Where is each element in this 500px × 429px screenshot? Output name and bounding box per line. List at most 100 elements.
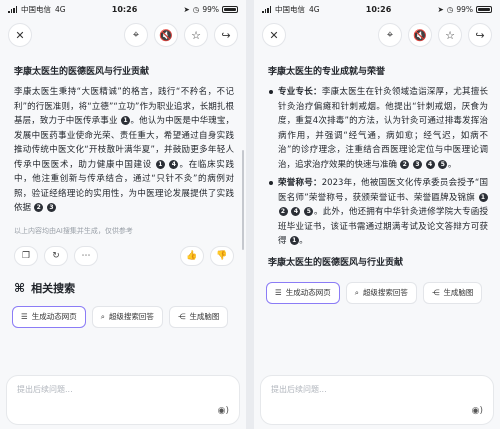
action-chips: ☰ 生成动态网页 ⌕ 超级搜索回答 ⋲ 生成脑图 [254,281,500,304]
item-text: 李康太医生在针灸领域造诣深厚，尤其擅长针灸治疗偏瘫和针刺戒烟。他提出“针刺戒烟，… [278,87,488,170]
battery-percent: 99% [202,4,219,14]
section-heading: 李康太医生的医德医风与行业贡献 [14,67,150,77]
ai-disclaimer: 以上内容均由AI搜集并生成，仅供参考 [14,226,133,235]
citation-badge[interactable]: 4 [425,159,435,169]
mute-button[interactable]: 🔇 [154,23,178,47]
close-icon: ✕ [15,28,25,42]
location-pin-icon: ⌖ [386,28,394,41]
search-icon: ⌕ [354,287,359,297]
list-item: 专业专长：李康太医生在针灸领域造诣深厚，尤其擅长针灸治疗偏瘫和针刺戒烟。他提出“… [268,85,488,172]
list-icon: ☰ [21,312,28,321]
mute-button[interactable]: 🔇 [408,23,432,47]
citation-badge[interactable]: 4 [169,159,179,169]
citation-badge[interactable]: 5 [438,159,448,169]
search-icon: ⌕ [100,311,105,321]
share-button[interactable]: ↪ [468,23,492,47]
citation-badge[interactable]: 2 [278,207,288,216]
chip-super-search[interactable]: ⌕ 超级搜索回答 [91,305,163,328]
share-icon: ↪ [221,28,231,42]
related-search-title: 相关搜索 [31,281,76,295]
followup-placeholder: 提出后续问题... [271,385,327,394]
voice-icon[interactable]: ◉) [472,406,483,416]
location-button[interactable]: ⌖ [378,23,402,47]
copy-icon: ❐ [21,250,31,261]
list-item: 荣誉称号：2023年，他被国医文化传承委员会授予“国医名师”荣誉称号，获颁荣誉证… [268,176,488,249]
network-label: 4G [55,4,66,14]
item-text-end: 。 [447,159,457,170]
clock: 10:26 [111,4,138,14]
location-button[interactable]: ⌖ [124,23,148,47]
top-toolbar: ✕ ⌖ 🔇 ☆ ↪ [0,18,246,52]
followup-placeholder: 提出后续问题... [17,385,73,394]
citation-badge[interactable]: 4 [291,207,301,216]
citation-badge[interactable]: 1 [120,116,130,125]
answer-paragraph: 李康太医生秉持“大医精诚”的格言，践行“不矜名，不记利”的行医准则，将“立德”“… [14,85,234,216]
citation-badge[interactable]: 2 [34,203,44,212]
favorite-button[interactable]: ☆ [438,23,462,47]
close-icon: ✕ [269,28,279,42]
chip-super-search[interactable]: ⌕ 超级搜索回答 [345,281,417,304]
status-bar: 中国电信 4G 10:26 ➤ ◷ 99% [254,0,500,18]
chip-generate-webpage[interactable]: ☰ 生成动态网页 [12,305,86,328]
action-chips: ☰ 生成动态网页 ⌕ 超级搜索回答 ⋲ 生成脑图 [0,305,246,328]
chip-label: 超级搜索回答 [108,312,154,321]
list-icon: ☰ [275,288,282,297]
share-button[interactable]: ↪ [214,23,238,47]
voice-icon[interactable]: ◉) [218,406,229,416]
more-icon: ⋯ [81,250,91,261]
more-button[interactable]: ⋯ [74,245,98,266]
related-search-header: ⌘ 相关搜索 [14,280,234,296]
chip-label: 生成动态网页 [285,288,331,297]
chip-label: 超级搜索回答 [362,288,408,297]
item-label: 专业专长： [278,87,322,97]
followup-input[interactable]: 提出后续问题... ◉) [260,375,494,425]
citation-badge[interactable]: 5 [304,207,314,216]
regenerate-button[interactable]: ↻ [44,245,68,266]
alarm-icon: ◷ [192,4,200,14]
item-label: 荣誉称号： [278,178,322,188]
close-button[interactable]: ✕ [8,23,32,47]
favorite-button[interactable]: ☆ [184,23,208,47]
star-icon: ☆ [191,28,201,42]
chip-generate-webpage[interactable]: ☰ 生成动态网页 [266,281,340,304]
chip-mindmap[interactable]: ⋲ 生成脑图 [168,305,229,328]
related-search-icon: ⌘ [14,280,26,295]
thumbs-down-icon: 👎 [216,250,228,261]
section-heading: 李康太医生的医德医风与行业贡献 [268,257,404,268]
citation-badge[interactable]: 1 [289,236,299,245]
location-arrow-icon: ➤ [183,4,190,14]
answer-content: 李康太医生的医德医风与行业贡献 李康太医生秉持“大医精诚”的格言，践行“不矜名，… [0,52,246,296]
like-button[interactable]: 👍 [180,245,204,266]
chip-label: 生成脑图 [189,312,220,321]
battery-icon [475,5,492,13]
speaker-mute-icon: 🔇 [413,28,427,42]
mindmap-icon: ⋲ [177,312,186,321]
top-toolbar: ✕ ⌖ 🔇 ☆ ↪ [254,18,500,52]
citation-badge[interactable]: 3 [46,203,56,212]
speaker-mute-icon: 🔇 [159,28,173,42]
dislike-button[interactable]: 👎 [210,245,234,266]
network-label: 4G [309,4,320,14]
battery-icon [221,5,238,13]
citation-badge[interactable]: 1 [478,192,488,202]
followup-input[interactable]: 提出后续问题... ◉) [6,375,240,425]
phone-screen-right: 中国电信 4G 10:26 ➤ ◷ 99% ✕ ⌖ 🔇 ☆ ↪ 李康太医生的专业… [254,0,500,429]
carrier-label: 中国电信 [275,4,305,14]
chip-label: 生成动态网页 [31,312,77,321]
location-arrow-icon: ➤ [437,4,444,14]
citation-badge[interactable]: 3 [412,159,422,169]
clock: 10:26 [365,4,392,14]
answer-actions: ❐ ↻ ⋯ 👍 👎 [14,245,234,266]
mindmap-icon: ⋲ [431,288,440,297]
citation-badge[interactable]: 1 [155,159,165,169]
battery-percent: 99% [456,4,473,14]
signal-icon [262,5,271,13]
copy-button[interactable]: ❐ [14,245,38,266]
scrollbar[interactable] [242,150,244,250]
close-button[interactable]: ✕ [262,23,286,47]
star-icon: ☆ [445,28,455,42]
citation-badge[interactable]: 2 [400,159,410,169]
share-icon: ↪ [475,28,485,42]
alarm-icon: ◷ [446,4,454,14]
chip-mindmap[interactable]: ⋲ 生成脑图 [422,281,483,304]
